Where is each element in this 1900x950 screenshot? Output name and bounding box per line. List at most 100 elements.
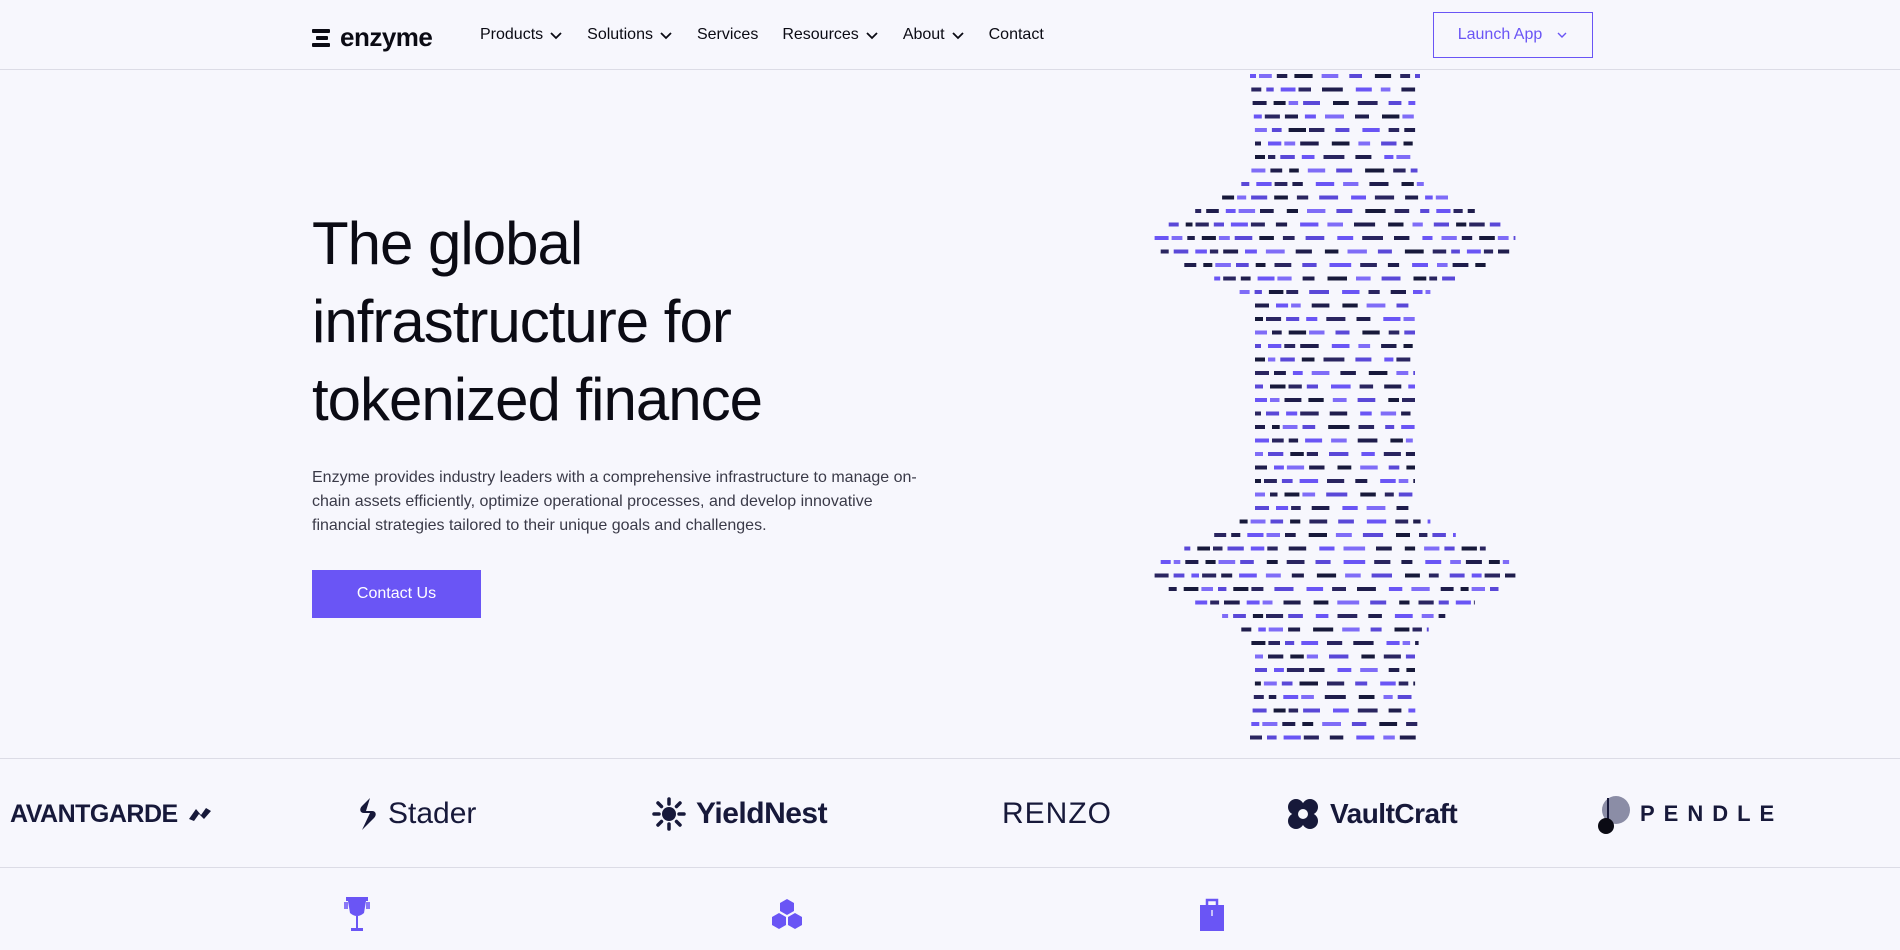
contact-us-button[interactable]: Contact Us xyxy=(312,570,481,618)
brand-name: enzyme xyxy=(340,22,433,52)
stripe-dash xyxy=(1398,479,1409,483)
stripe-dash xyxy=(1327,681,1345,686)
stripe-dash xyxy=(1221,573,1233,578)
stripe-dash xyxy=(1413,479,1415,483)
stripe-dash xyxy=(1191,573,1199,578)
stripe-dash xyxy=(1331,141,1350,146)
stripe-dash xyxy=(1255,384,1263,389)
stripe-dash xyxy=(1309,668,1325,672)
stripe-dash xyxy=(1284,141,1296,146)
stripe-dash xyxy=(1309,465,1325,470)
partner-logo-renzo[interactable]: RENZO xyxy=(1002,759,1112,869)
chevron-down-icon xyxy=(550,32,562,40)
partner-logo-stader[interactable]: Stader xyxy=(356,759,476,869)
stripe-dash xyxy=(1388,587,1403,591)
partner-name: VaultCraft xyxy=(1330,798,1458,829)
stripe-dash xyxy=(1381,141,1397,146)
stripe-dash xyxy=(1358,344,1371,348)
stripe-dash xyxy=(1214,533,1227,537)
stripe-dash xyxy=(1267,546,1278,551)
hero-striped-illustration xyxy=(1154,74,1516,740)
stripe-dash xyxy=(1251,168,1266,173)
nav-item-label: Products xyxy=(480,26,544,43)
stripe-dash xyxy=(1366,303,1386,308)
stripe-dash xyxy=(1284,344,1296,348)
stripe-dash xyxy=(1299,681,1318,686)
stripe-dash xyxy=(1484,573,1500,578)
stripe-dash xyxy=(1379,722,1398,726)
stripe-dash xyxy=(1266,411,1280,416)
partner-logo-yieldnest[interactable]: YieldNest xyxy=(652,759,828,869)
stripe-dash xyxy=(1351,722,1367,726)
stripe-dash xyxy=(1215,263,1231,267)
hexagons-icon xyxy=(772,899,802,929)
stripe-dash xyxy=(1353,641,1374,645)
stripe-dash xyxy=(1195,222,1209,227)
nav-item-products[interactable]: Products xyxy=(480,26,563,44)
stripe-dash xyxy=(1268,344,1282,348)
enzyme-logo[interactable]: enzyme xyxy=(312,22,433,53)
stripe-dash xyxy=(1251,722,1260,726)
partner-logo-avantgarde[interactable]: AVANTGARDE xyxy=(10,759,212,869)
stripe-dash xyxy=(1384,357,1394,362)
stripe-dash xyxy=(1240,560,1254,564)
nav-item-solutions[interactable]: Solutions xyxy=(587,26,673,44)
stripe-dash xyxy=(1479,546,1486,551)
partner-logo-vaultcraft[interactable]: VaultCraft xyxy=(1286,759,1458,869)
stripe-dash xyxy=(1356,735,1375,740)
stripe-dash xyxy=(1291,573,1304,578)
stripe-dash xyxy=(1302,276,1315,281)
stripe-dash xyxy=(1324,249,1339,254)
stripe-dash xyxy=(1285,641,1295,645)
stripe-dash xyxy=(1483,249,1494,254)
stripe-dash xyxy=(1406,722,1418,726)
stripe-dash xyxy=(1425,290,1431,294)
chevron-down-icon xyxy=(660,32,672,40)
stripe-dash xyxy=(1154,573,1169,578)
stripe-dash xyxy=(1337,668,1352,672)
stripe-dash xyxy=(1267,735,1277,740)
stripe-dash xyxy=(1387,263,1400,267)
stripe-dash xyxy=(1255,452,1263,456)
stripe-dash xyxy=(1433,222,1449,227)
stripe-dash xyxy=(1395,519,1409,524)
stripe-dash xyxy=(1270,492,1278,497)
stripe-dash xyxy=(1288,330,1307,335)
stripe-dash xyxy=(1489,222,1501,227)
stripe-dash xyxy=(1405,195,1419,200)
nav-item-services[interactable]: Services xyxy=(697,26,758,44)
stripe-dash xyxy=(1171,236,1183,240)
stripe-dash xyxy=(1259,74,1272,78)
stripe-dash xyxy=(1325,114,1344,119)
stripe-dash xyxy=(1255,506,1269,510)
stripe-dash xyxy=(1286,668,1305,672)
launch-app-button[interactable]: Launch App xyxy=(1433,12,1593,58)
stripe-dash xyxy=(1251,641,1266,645)
stripe-dash xyxy=(1283,695,1299,699)
stripe-dash xyxy=(1488,560,1500,564)
stripe-dash xyxy=(1425,195,1433,200)
stripe-dash xyxy=(1286,290,1299,294)
stripe-dash xyxy=(1283,735,1301,740)
stripe-dash xyxy=(1272,438,1284,443)
stripe-dash xyxy=(1394,627,1410,632)
stripe-dash xyxy=(1449,573,1465,578)
stripe-dash xyxy=(1471,573,1482,578)
stripe-dash xyxy=(1233,614,1246,618)
stripe-dash xyxy=(1255,465,1267,470)
stripe-dash xyxy=(1335,128,1350,132)
stripe-dash xyxy=(1357,708,1378,713)
nav-item-resources[interactable]: Resources xyxy=(782,26,878,44)
stripe-dash xyxy=(1268,357,1276,362)
stripe-dash xyxy=(1383,317,1401,321)
stripe-dash xyxy=(1300,411,1319,416)
partner-logo-pendle[interactable]: PENDLE xyxy=(1596,759,1783,869)
top-nav: enzyme Products Solutions Services Resou… xyxy=(0,0,1900,70)
stripe-dash xyxy=(1369,182,1389,186)
stripe-dash xyxy=(1332,398,1347,402)
nav-item-about[interactable]: About xyxy=(903,26,965,44)
nav-item-contact[interactable]: Contact xyxy=(989,26,1044,44)
stripe-dash xyxy=(1418,600,1434,605)
stripe-dash xyxy=(1467,209,1475,213)
stripe-dash xyxy=(1324,695,1346,699)
